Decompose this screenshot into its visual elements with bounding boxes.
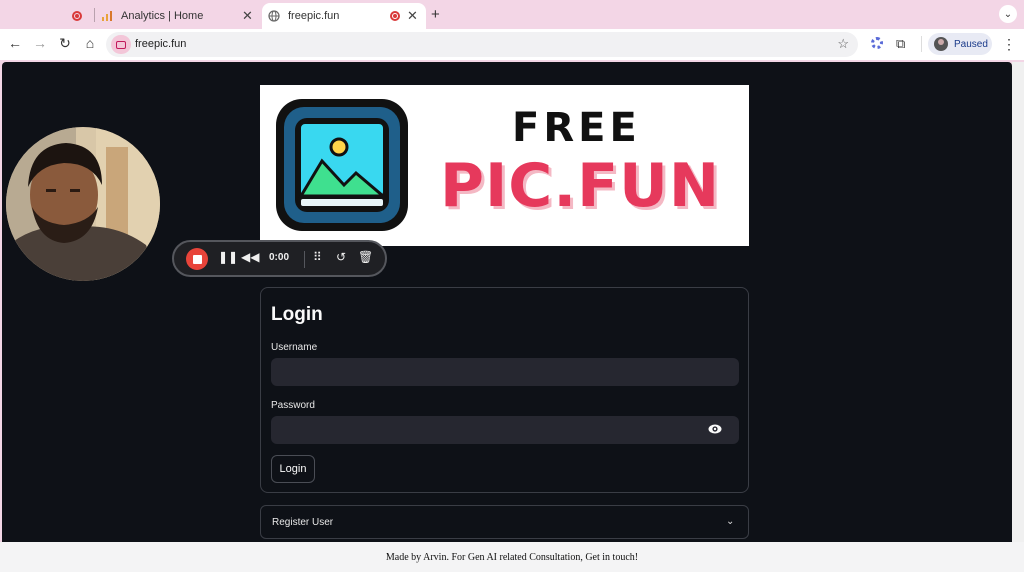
avatar xyxy=(934,37,948,51)
address-bar[interactable]: freepic.fun ☆ xyxy=(106,32,858,57)
page-footer: Made by Arvin. For Gen AI related Consul… xyxy=(0,542,1024,572)
recording-dot-icon xyxy=(72,11,82,21)
extensions-puzzle-icon[interactable]: ⧉ xyxy=(896,36,905,52)
pause-icon[interactable]: ❚❚ xyxy=(218,250,238,264)
tab-title: Analytics | Home xyxy=(121,10,204,22)
page-viewport: FREE PIC.FUN Login Username Password Log… xyxy=(2,62,1012,542)
webcam-bubble[interactable] xyxy=(6,127,160,281)
recording-controls: ❚❚ ◀◀ 0:00 ⠿ ↺ 🗑 xyxy=(172,240,387,277)
close-tab-icon[interactable]: ✕ xyxy=(407,8,418,24)
profile-status: Paused xyxy=(954,38,988,50)
tab-title: freepic.fun xyxy=(288,10,340,22)
close-tab-icon[interactable]: ✕ xyxy=(242,8,253,24)
tab-recording[interactable] xyxy=(72,3,82,29)
login-button[interactable]: Login xyxy=(271,455,315,483)
new-tab-button[interactable]: + xyxy=(431,6,440,23)
rewind-icon[interactable]: ◀◀ xyxy=(241,250,259,264)
chevron-down-icon: ⌄ xyxy=(726,516,735,527)
tab-separator xyxy=(94,8,95,22)
page-scrollbar[interactable] xyxy=(1012,62,1024,542)
globe-icon xyxy=(268,10,280,22)
username-label: Username xyxy=(271,342,318,353)
reload-icon[interactable]: ↻ xyxy=(55,35,75,52)
back-icon[interactable]: ← xyxy=(5,35,25,51)
bookmark-star-icon[interactable]: ☆ xyxy=(837,36,849,52)
tab-analytics[interactable]: Analytics | Home ✕ xyxy=(101,3,259,29)
site-info-icon[interactable] xyxy=(111,35,131,54)
recording-dot-icon xyxy=(390,11,400,21)
recording-timer: 0:00 xyxy=(269,252,290,263)
password-label: Password xyxy=(271,400,315,411)
url-text: freepic.fun xyxy=(135,38,187,50)
show-password-icon[interactable] xyxy=(708,424,722,434)
delete-icon[interactable]: 🗑 xyxy=(358,250,373,264)
username-input[interactable] xyxy=(271,358,739,386)
toolbar-separator xyxy=(921,36,922,52)
login-title: Login xyxy=(271,304,323,325)
login-form: Login Username Password Login xyxy=(260,287,749,493)
tab-search-button[interactable]: ⌄ xyxy=(999,5,1017,23)
browser-menu-icon[interactable]: ⋮ xyxy=(1002,36,1016,53)
logo-text-picfun: PIC.FUN xyxy=(440,151,721,221)
tab-strip: Analytics | Home ✕ freepic.fun ✕ + ⌄ xyxy=(0,0,1024,29)
register-user-expander[interactable]: Register User ⌄ xyxy=(260,505,749,539)
tab-freepic[interactable]: freepic.fun ✕ xyxy=(262,3,426,29)
register-user-label: Register User xyxy=(272,517,334,528)
password-input[interactable] xyxy=(271,416,739,444)
analytics-icon xyxy=(102,11,112,21)
controls-separator xyxy=(304,251,305,268)
extension-icon[interactable] xyxy=(871,37,883,49)
site-logo: FREE PIC.FUN xyxy=(260,85,749,246)
webcam-person-icon xyxy=(6,127,160,281)
profile-button[interactable]: Paused xyxy=(928,33,992,55)
home-icon[interactable]: ⌂ xyxy=(80,35,100,51)
forward-icon[interactable]: → xyxy=(30,35,50,51)
restart-icon[interactable]: ↺ xyxy=(336,250,346,264)
stop-recording-button[interactable] xyxy=(186,248,208,270)
drag-handle-icon[interactable]: ⠿ xyxy=(313,250,322,264)
logo-text-free: FREE xyxy=(512,105,641,151)
